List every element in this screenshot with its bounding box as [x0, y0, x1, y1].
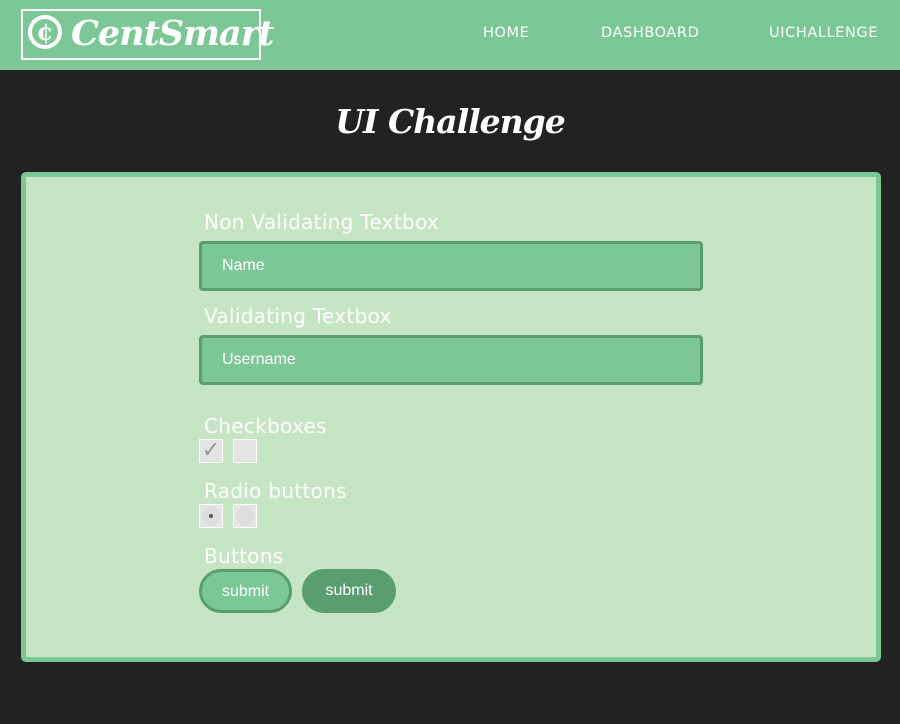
cent-icon: ¢ [28, 15, 62, 49]
nav-link-home[interactable]: HOME [483, 23, 529, 43]
non-validating-label: Non Validating Textbox [204, 210, 440, 234]
radio-circle [234, 505, 256, 527]
checkmark-icon: ✓ [201, 438, 221, 463]
nav-link-uichallenge[interactable]: UICHALLENGE [769, 23, 878, 43]
radio-1[interactable] [199, 504, 223, 528]
brand-logo[interactable]: ¢ CentSmart [21, 9, 274, 60]
brand-name: CentSmart [71, 13, 274, 54]
submit-button-solid[interactable]: submit [302, 569, 396, 613]
name-input[interactable]: Name [199, 241, 703, 291]
page-title: UI Challenge [335, 102, 565, 141]
nav-link-dashboard[interactable]: DASHBOARD [601, 23, 699, 43]
submit-button-outline[interactable]: submit [199, 569, 292, 613]
checkbox-1[interactable]: ✓ [199, 439, 223, 463]
buttons-label: Buttons [204, 544, 284, 568]
radio-2[interactable] [233, 504, 257, 528]
checkbox-2[interactable] [233, 439, 257, 463]
validating-label: Validating Textbox [204, 304, 392, 328]
navbar: ¢ CentSmart HOME DASHBOARD UICHALLENGE [0, 0, 900, 70]
form-panel: Non Validating Textbox Name Validating T… [21, 172, 881, 662]
radio-selected-dot [209, 514, 213, 518]
radio-buttons-label: Radio buttons [204, 479, 347, 503]
checkboxes-label: Checkboxes [204, 414, 327, 438]
username-input[interactable]: Username [199, 335, 703, 385]
radio-circle [200, 505, 222, 527]
